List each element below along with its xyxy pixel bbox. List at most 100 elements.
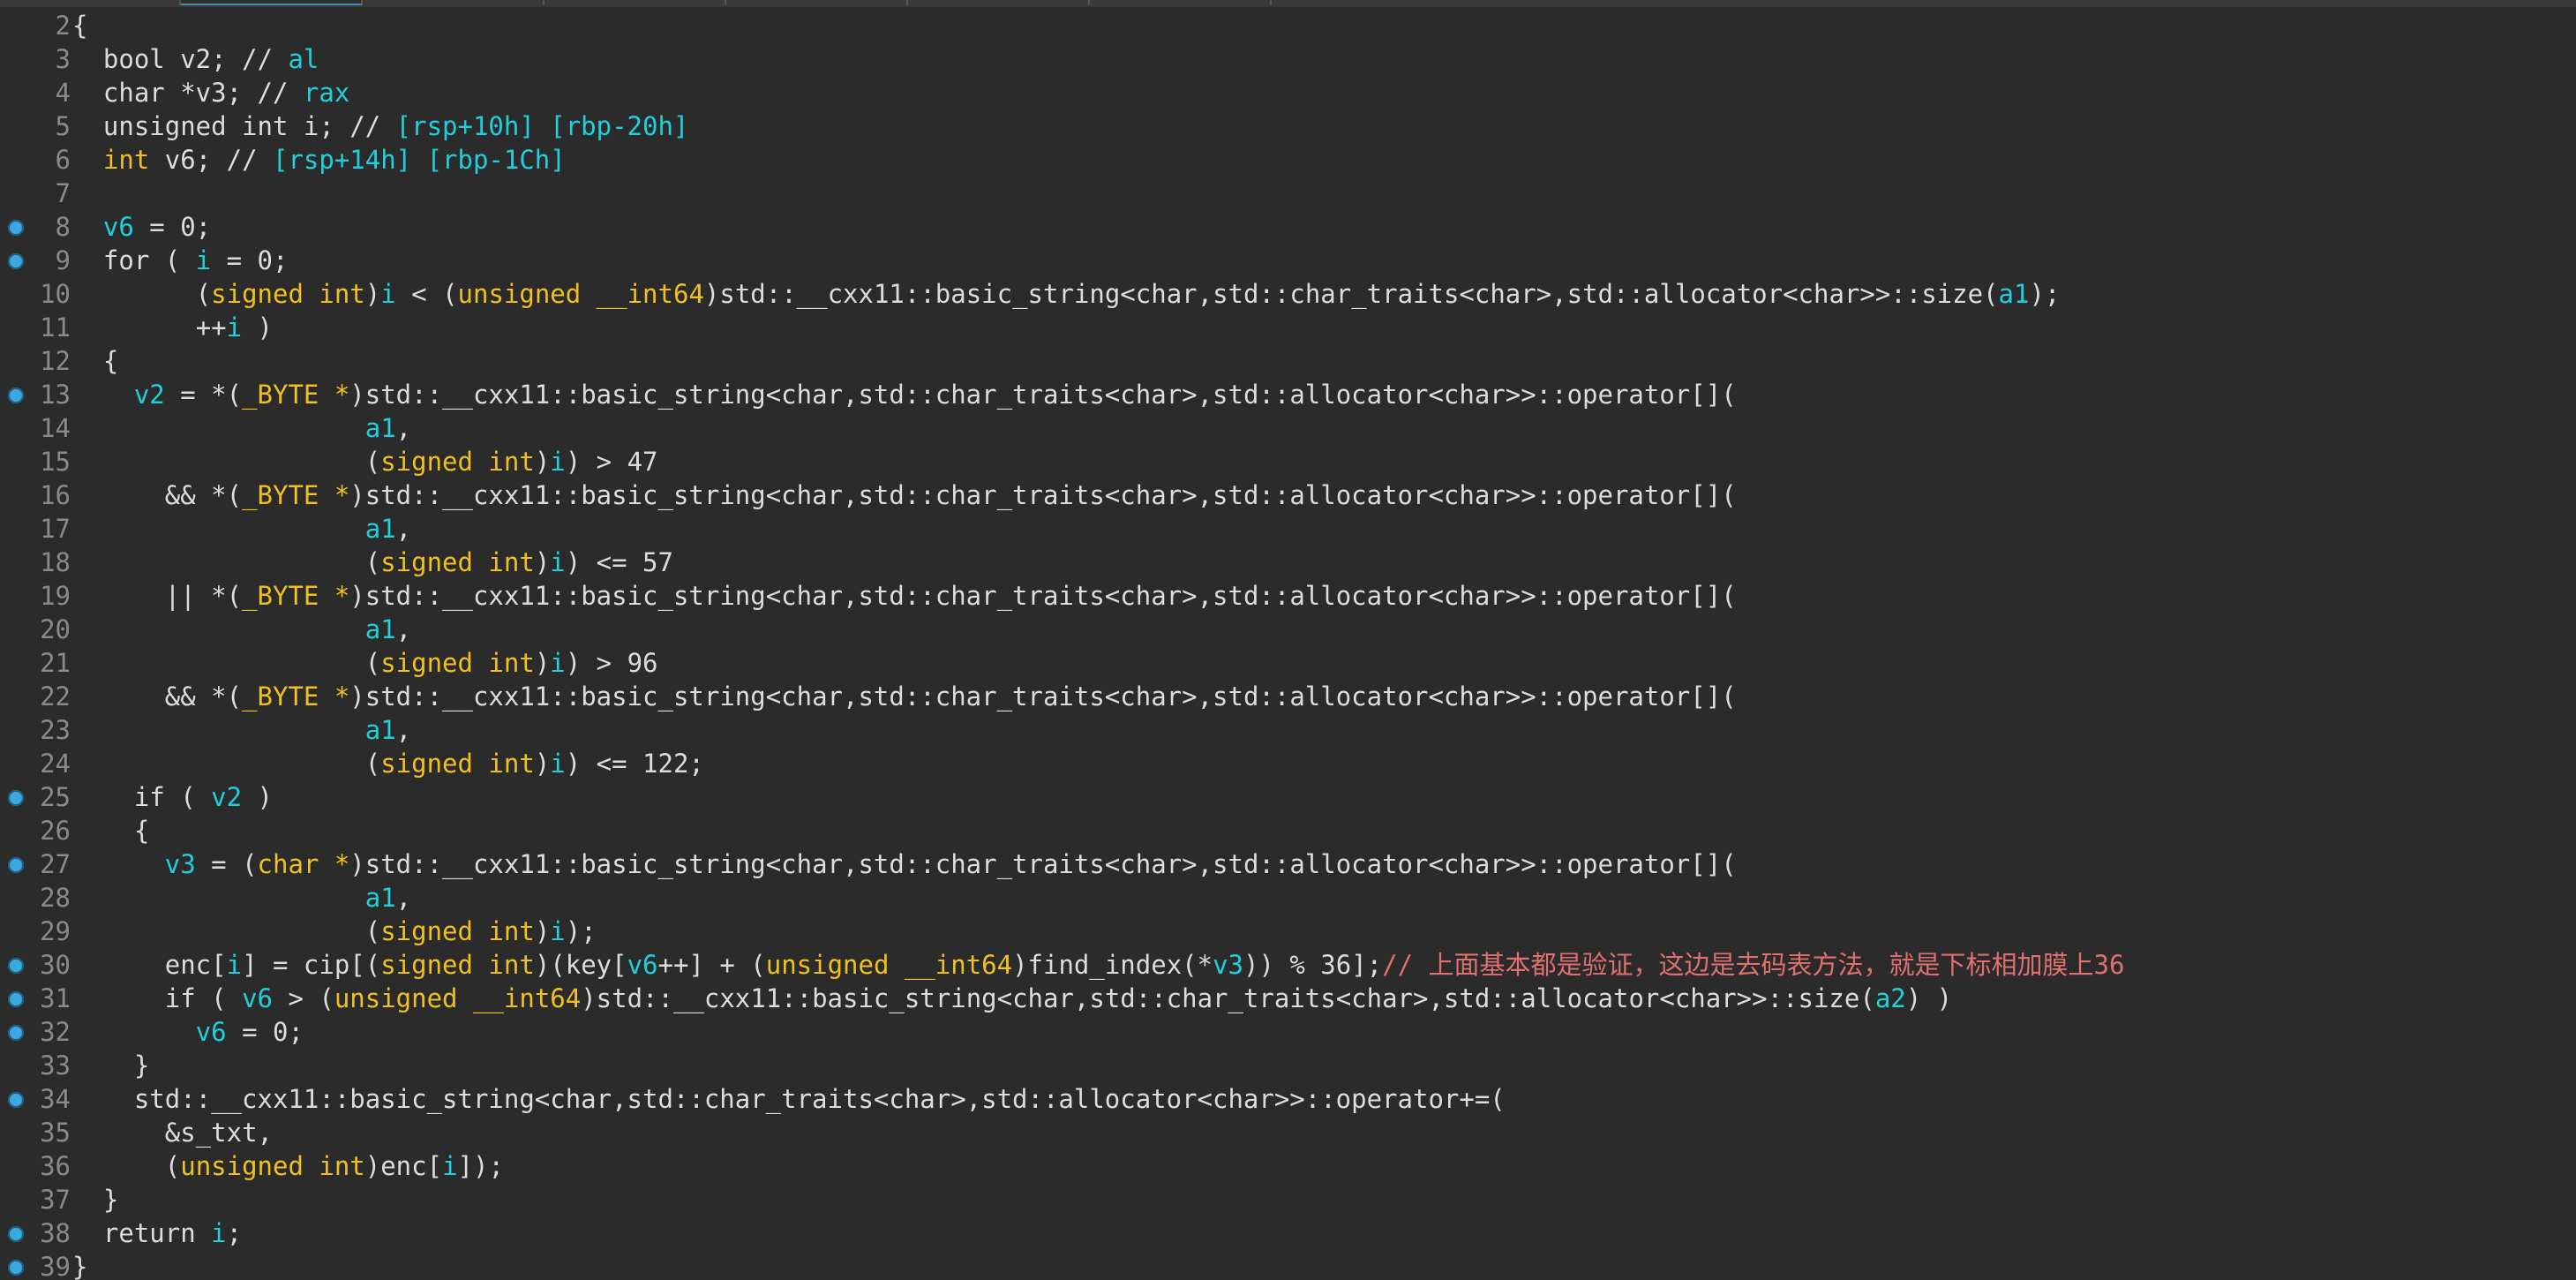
code-text[interactable]: char *v3; // rax (72, 76, 349, 109)
code-line[interactable]: 2{ (0, 9, 2576, 42)
code-text[interactable]: || *(_BYTE *)std::__cxx11::basic_string<… (72, 579, 1737, 613)
code-text[interactable]: enc[i] = cip[(signed int)(key[v6++] + (u… (72, 948, 2125, 982)
tab[interactable] (908, 0, 1090, 5)
breakpoint-dot-icon[interactable] (8, 1260, 24, 1276)
code-text[interactable]: if ( v6 > (unsigned __int64)std::__cxx11… (72, 982, 1952, 1015)
code-text[interactable]: } (72, 1049, 149, 1082)
breakpoint-dot-icon[interactable] (8, 1226, 24, 1242)
code-text[interactable]: a1, (72, 512, 411, 546)
code-line[interactable]: 28 a1, (0, 881, 2576, 915)
code-line[interactable]: 25 if ( v2 ) (0, 780, 2576, 814)
code-line[interactable]: 27 v3 = (char *)std::__cxx11::basic_stri… (0, 847, 2576, 881)
code-text[interactable]: ++i ) (72, 311, 273, 344)
code-type: signed int (380, 950, 535, 980)
code-text[interactable]: v6 = 0; (72, 210, 211, 244)
tab[interactable] (726, 0, 908, 5)
tab[interactable] (363, 0, 544, 5)
breakpoint-dot-icon[interactable] (8, 253, 24, 269)
code-text[interactable]: v2 = *(_BYTE *)std::__cxx11::basic_strin… (72, 378, 1737, 411)
code-token: ] = cip[( (242, 950, 381, 980)
code-line[interactable]: 30 enc[i] = cip[(signed int)(key[v6++] +… (0, 948, 2576, 982)
code-text[interactable]: (signed int)i); (72, 915, 597, 948)
code-line[interactable]: 15 (signed int)i) > 47 (0, 445, 2576, 478)
breakpoint-dot-icon[interactable] (8, 790, 24, 806)
code-line[interactable]: 10 (signed int)i < (unsigned __int64)std… (0, 277, 2576, 311)
code-text[interactable]: v6 = 0; (72, 1015, 304, 1049)
code-line[interactable]: 20 a1, (0, 613, 2576, 646)
code-line[interactable]: 31 if ( v6 > (unsigned __int64)std::__cx… (0, 982, 2576, 1015)
breakpoint-dot-icon[interactable] (8, 388, 24, 403)
code-line[interactable]: 23 a1, (0, 713, 2576, 747)
code-text[interactable]: a1, (72, 713, 411, 747)
code-line[interactable]: 39} (0, 1250, 2576, 1280)
code-text[interactable]: (unsigned int)enc[i]); (72, 1149, 504, 1183)
tab[interactable] (544, 0, 726, 5)
code-text[interactable]: std::__cxx11::basic_string<char,std::cha… (72, 1082, 1506, 1116)
code-line[interactable]: 32 v6 = 0; (0, 1015, 2576, 1049)
code-text[interactable]: && *(_BYTE *)std::__cxx11::basic_string<… (72, 478, 1737, 512)
code-line[interactable]: 29 (signed int)i); (0, 915, 2576, 948)
code-line[interactable]: 9 for ( i = 0; (0, 244, 2576, 277)
code-line[interactable]: 33 } (0, 1049, 2576, 1082)
code-text[interactable]: && *(_BYTE *)std::__cxx11::basic_string<… (72, 680, 1737, 713)
code-text[interactable]: if ( v2 ) (72, 780, 273, 814)
code-line[interactable]: 18 (signed int)i) <= 57 (0, 546, 2576, 579)
code-line[interactable]: 38 return i; (0, 1216, 2576, 1250)
code-text[interactable]: } (72, 1250, 87, 1280)
code-line[interactable]: 4 char *v3; // rax (0, 76, 2576, 109)
code-text[interactable]: v3 = (char *)std::__cxx11::basic_string<… (72, 847, 1737, 881)
code-text[interactable]: } (72, 1183, 118, 1216)
code-text[interactable]: (signed int)i < (unsigned __int64)std::_… (72, 277, 2061, 311)
code-text[interactable]: { (72, 9, 87, 42)
code-line[interactable]: 5 unsigned int i; // [rsp+10h] [rbp-20h] (0, 109, 2576, 143)
code-line[interactable]: 7 (0, 177, 2576, 210)
code-text[interactable]: return i; (72, 1216, 242, 1250)
code-text[interactable]: a1, (72, 881, 411, 915)
code-token: && *( (164, 681, 243, 712)
code-text[interactable]: unsigned int i; // [rsp+10h] [rbp-20h] (72, 109, 688, 143)
breakpoint-dot-icon[interactable] (8, 1092, 24, 1108)
code-token: )std::__cxx11::basic_string<char,std::ch… (349, 681, 1737, 712)
code-line[interactable]: 26 { (0, 814, 2576, 847)
code-line[interactable]: 34 std::__cxx11::basic_string<char,std::… (0, 1082, 2576, 1116)
code-text[interactable]: { (72, 814, 149, 847)
code-line[interactable]: 11 ++i ) (0, 311, 2576, 344)
code-text[interactable]: (signed int)i) <= 57 (72, 546, 673, 579)
code-line[interactable]: 17 a1, (0, 512, 2576, 546)
code-text[interactable]: a1, (72, 411, 411, 445)
code-text[interactable]: { (72, 344, 118, 378)
code-line[interactable]: 35 &s_txt, (0, 1116, 2576, 1149)
breakpoint-dot-icon[interactable] (8, 220, 24, 236)
code-line[interactable]: 19 || *(_BYTE *)std::__cxx11::basic_stri… (0, 579, 2576, 613)
code-text[interactable]: (signed int)i) <= 122; (72, 747, 704, 780)
code-variable: a2 (1874, 983, 1906, 1013)
code-line[interactable]: 37 } (0, 1183, 2576, 1216)
breakpoint-dot-icon[interactable] (8, 958, 24, 974)
code-line[interactable]: 21 (signed int)i) > 96 (0, 646, 2576, 680)
code-text[interactable]: (signed int)i) > 96 (72, 646, 658, 680)
tab[interactable] (1090, 0, 1272, 5)
breakpoint-dot-icon[interactable] (8, 1025, 24, 1041)
code-line[interactable]: 24 (signed int)i) <= 122; (0, 747, 2576, 780)
breakpoint-dot-icon[interactable] (8, 991, 24, 1007)
code-text[interactable]: bool v2; // al (72, 42, 319, 76)
code-text[interactable]: a1, (72, 613, 411, 646)
code-text[interactable]: (signed int)i) > 47 (72, 445, 658, 478)
code-text[interactable]: int v6; // [rsp+14h] [rbp-1Ch] (72, 143, 566, 177)
breakpoint-dot-icon[interactable] (8, 857, 24, 873)
code-editor[interactable]: 2{3 bool v2; // al 4 char *v3; // rax 5 un… (0, 9, 2576, 1280)
code-text[interactable]: &s_txt, (72, 1116, 273, 1149)
code-line[interactable]: 3 bool v2; // al (0, 42, 2576, 76)
code-line[interactable]: 14 a1, (0, 411, 2576, 445)
code-text[interactable]: for ( i = 0; (72, 244, 289, 277)
tab-active[interactable] (181, 0, 363, 5)
code-line[interactable]: 8 v6 = 0; (0, 210, 2576, 244)
code-line[interactable]: 13 v2 = *(_BYTE *)std::__cxx11::basic_st… (0, 378, 2576, 411)
code-line[interactable]: 12 { (0, 344, 2576, 378)
code-line[interactable]: 16 && *(_BYTE *)std::__cxx11::basic_stri… (0, 478, 2576, 512)
code-line[interactable]: 22 && *(_BYTE *)std::__cxx11::basic_stri… (0, 680, 2576, 713)
code-line[interactable]: 36 (unsigned int)enc[i]); (0, 1149, 2576, 1183)
tab[interactable] (0, 0, 181, 5)
code-line[interactable]: 6 int v6; // [rsp+14h] [rbp-1Ch] (0, 143, 2576, 177)
